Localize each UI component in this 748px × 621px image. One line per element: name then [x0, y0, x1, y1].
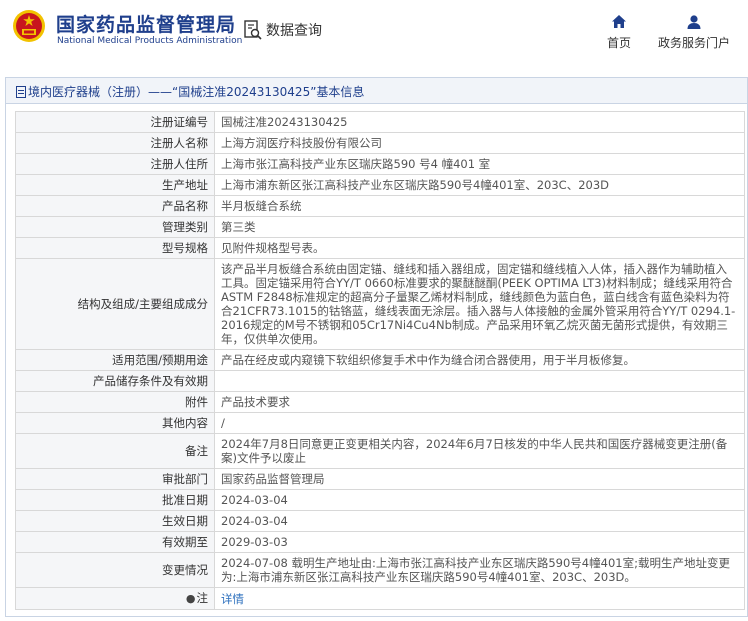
field-label: 适用范围/预期用途: [15, 349, 215, 371]
table-row: 注册人名称 上海方润医疗科技股份有限公司: [15, 132, 745, 154]
table-row: 注册人住所 上海市张江高科技产业东区瑞庆路590 号4 幢401 室: [15, 153, 745, 175]
nav-home[interactable]: 首页: [604, 14, 634, 51]
site-title[interactable]: 国家药品监督管理局: [56, 10, 236, 37]
table-row: 适用范围/预期用途 产品在经皮或内窥镜下软组织修复手术中作为缝合闭合器使用，用于半…: [15, 349, 745, 371]
field-label: 注册人名称: [15, 132, 215, 154]
national-emblem-icon[interactable]: [12, 8, 46, 44]
table-row: 其他内容 /: [15, 412, 745, 434]
note-label: 注: [196, 591, 209, 605]
detail-panel: 境内医疗器械（注册）——“国械注准20243130425”基本信息 注册证编号国…: [5, 77, 748, 617]
table-row: 备注 2024年7月8日同意更正变更相关内容，2024年6月7日核发的中华人民共和…: [15, 433, 745, 469]
field-label: 附件: [15, 391, 215, 413]
table-row: 产品储存条件及有效期: [15, 370, 745, 392]
table-row: 管理类别 第三类: [15, 216, 745, 238]
field-value: 2024-07-08 载明生产地址由:上海市张江高科技产业东区瑞庆路590号4幢…: [214, 552, 745, 588]
table-row: 结构及组成/主要组成成分 该产品半月板缝合系统由固定锚、缝线和插入器组成，固定锚和…: [15, 258, 745, 350]
field-label: 变更情况: [15, 552, 215, 588]
field-value: 2029-03-03: [214, 531, 745, 553]
breadcrumb-text: 境内医疗器械（注册）——“国械注准20243130425”基本信息: [28, 85, 365, 99]
nav-home-label: 首页: [606, 36, 631, 50]
document-icon: [16, 86, 26, 98]
field-value: 2024-03-04: [214, 489, 745, 511]
field-value: 该产品半月板缝合系统由固定锚、缝线和插入器组成，固定锚和缝线植入人体，插入器作为…: [214, 258, 745, 350]
field-value: /: [214, 412, 745, 434]
field-label: 批准日期: [15, 489, 215, 511]
user-icon: [687, 15, 701, 29]
nav-service-portal[interactable]: 政务服务门户: [656, 14, 732, 51]
field-label: 产品名称: [15, 195, 215, 217]
field-label: 生效日期: [15, 510, 215, 532]
table-row: 生效日期 2024-03-04: [15, 510, 745, 532]
field-value: 国械注准20243130425: [214, 111, 745, 133]
field-value: 第三类: [214, 216, 745, 238]
field-value: 产品在经皮或内窥镜下软组织修复手术中作为缝合闭合器使用，用于半月板修复。: [214, 349, 745, 371]
table-row: 生产地址 上海市浦东新区张江高科技产业东区瑞庆路590号4幢401室、203C、2…: [15, 174, 745, 196]
field-value: 2024年7月8日同意更正变更相关内容，2024年6月7日核发的中华人民共和国医…: [214, 433, 745, 469]
home-icon: [612, 15, 626, 28]
field-label: 型号规格: [15, 237, 215, 259]
field-value: 半月板缝合系统: [214, 195, 745, 217]
field-value: [214, 370, 745, 392]
data-query-icon[interactable]: [243, 20, 263, 40]
field-label: 注册证编号: [15, 111, 215, 133]
info-table: 注册证编号 国械注准20243130425 注册人名称 上海方润医疗科技股份有限公司…: [15, 111, 745, 610]
table-row: 审批部门 国家药品监督管理局: [15, 468, 745, 490]
table-row: 批准日期 2024-03-04: [15, 489, 745, 511]
site-header: 国家药品监督管理局 National Medical Products Admi…: [0, 0, 748, 60]
field-value: 详情: [214, 587, 745, 610]
field-label: 备注: [15, 433, 215, 469]
field-label: 注册人住所: [15, 153, 215, 175]
field-value: 见附件规格型号表。: [214, 237, 745, 259]
field-label: 生产地址: [15, 174, 215, 196]
field-value: 上海市浦东新区张江高科技产业东区瑞庆路590号4幢401室、203C、203D: [214, 174, 745, 196]
field-value: 国家药品监督管理局: [214, 468, 745, 490]
table-row: 附件 产品技术要求: [15, 391, 745, 413]
site-subtitle: National Medical Products Administration: [57, 36, 243, 46]
field-value: 2024-03-04: [214, 510, 745, 532]
data-query-link[interactable]: 数据查询: [266, 20, 322, 40]
tip-bullet-icon: ●: [185, 592, 196, 605]
table-row: 型号规格 见附件规格型号表。: [15, 237, 745, 259]
field-value: 上海方润医疗科技股份有限公司: [214, 132, 745, 154]
table-row: 有效期至 2029-03-03: [15, 531, 745, 553]
table-row: 变更情况 2024-07-08 载明生产地址由:上海市张江高科技产业东区瑞庆路59…: [15, 552, 745, 588]
field-label: 审批部门: [15, 468, 215, 490]
field-label: 管理类别: [15, 216, 215, 238]
field-label: 结构及组成/主要组成成分: [15, 258, 215, 350]
field-label: 其他内容: [15, 412, 215, 434]
field-label: 产品储存条件及有效期: [15, 370, 215, 392]
breadcrumb: 境内医疗器械（注册）——“国械注准20243130425”基本信息: [6, 78, 747, 104]
table-row: ●注 详情: [15, 587, 745, 610]
nav-portal-label: 政务服务门户: [657, 36, 730, 50]
field-label-note: ●注: [15, 587, 215, 610]
field-value: 上海市张江高科技产业东区瑞庆路590 号4 幢401 室: [214, 153, 745, 175]
table-row: 注册证编号 国械注准20243130425: [15, 111, 745, 133]
details-link[interactable]: 详情: [221, 592, 244, 606]
table-row: 产品名称 半月板缝合系统: [15, 195, 745, 217]
field-value: 产品技术要求: [214, 391, 745, 413]
field-label: 有效期至: [15, 531, 215, 553]
